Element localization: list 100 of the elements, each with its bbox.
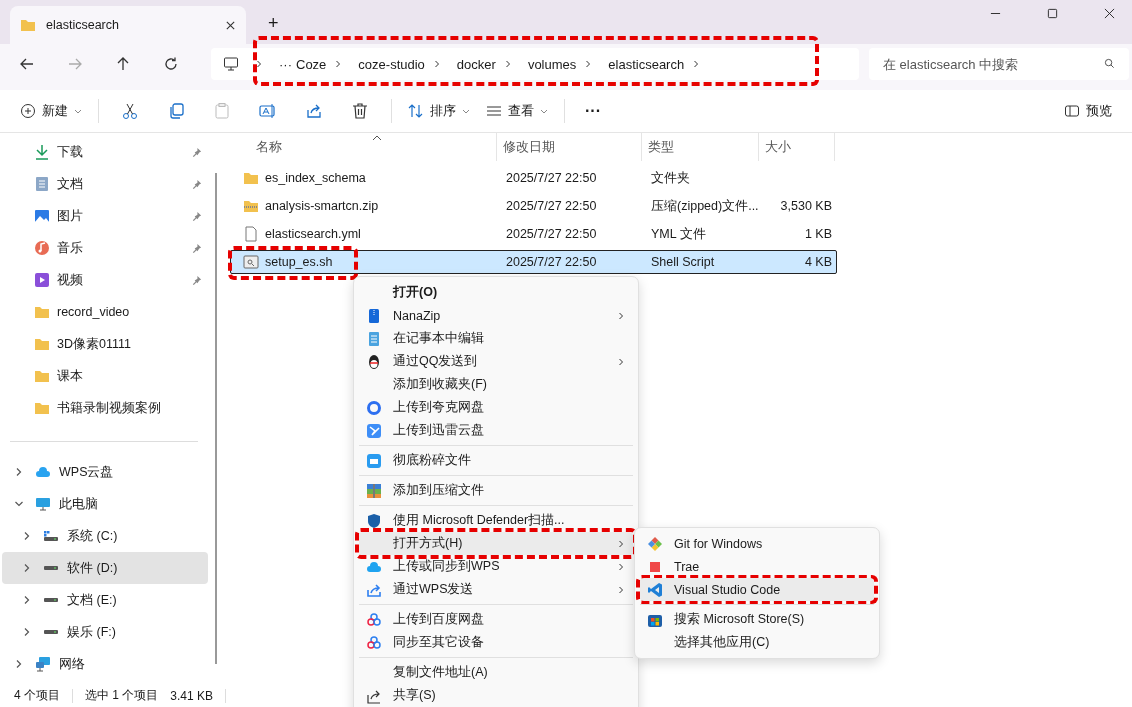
sidebar-label: 音乐 — [57, 239, 84, 257]
tree-item[interactable]: 软件 (D:) — [2, 552, 208, 584]
tree-item[interactable]: 网络 — [2, 648, 208, 680]
menu-item[interactable]: 添加到收藏夹(F) — [359, 373, 633, 396]
file-row[interactable]: setup_es.sh 2025/7/27 22:50 Shell Script 4 KB — [230, 250, 837, 274]
file-row[interactable]: analysis-smartcn.zip 2025/7/27 22:50 压缩(zipped)文件... 3,530 KB — [230, 194, 837, 218]
column-header[interactable]: 修改日期 — [497, 133, 642, 161]
menu-item[interactable]: Trae — [640, 555, 874, 578]
trash-icon[interactable] — [351, 102, 369, 120]
menu-item[interactable]: 复制文件地址(A) — [359, 661, 633, 684]
rename-icon[interactable] — [259, 102, 277, 120]
table-cell-text: 1 KB — [803, 227, 833, 241]
menu-item[interactable]: 共享(S) — [359, 684, 633, 707]
chevron-icon[interactable] — [692, 60, 701, 68]
close-icon[interactable] — [1104, 8, 1115, 19]
tree-item[interactable]: 系统 (C:) — [2, 520, 208, 552]
menu-item[interactable]: 在记事本中编辑 — [359, 327, 633, 350]
menu-item[interactable]: 通过QQ发送到 — [359, 350, 633, 373]
chevron-icon — [617, 562, 625, 571]
menu-item[interactable]: 打开(O) — [359, 281, 633, 304]
breadcrumb-item[interactable]: docker — [454, 56, 498, 72]
chevron-icon[interactable] — [22, 531, 32, 541]
pin-icon[interactable] — [191, 210, 202, 222]
menu-item[interactable]: 同步至其它设备 — [359, 631, 633, 654]
menu-item[interactable]: 上传到迅雷云盘 — [359, 419, 633, 442]
breadcrumb-item[interactable]: Coze — [294, 56, 329, 72]
table-cell-text: 2025/7/27 22:50 — [505, 255, 598, 269]
menu-item[interactable]: 搜索 Microsoft Store(S) — [640, 608, 874, 631]
breadcrumb-item[interactable]: coze-studio — [356, 56, 427, 72]
menu-item[interactable]: Visual Studio Code — [640, 578, 874, 601]
sidebar-item[interactable]: 文档 — [0, 168, 210, 200]
chevron-icon[interactable] — [14, 499, 24, 509]
menu-item[interactable]: 通过WPS发送 — [359, 578, 633, 601]
scissors-icon[interactable] — [121, 102, 139, 120]
menu-item[interactable]: 添加到压缩文件 — [359, 479, 633, 502]
sidebar-item[interactable]: 音乐 — [0, 232, 210, 264]
menu-item[interactable]: 打开方式(H) — [359, 532, 633, 555]
chevron-icon — [617, 311, 625, 320]
chevron-icon[interactable] — [584, 60, 593, 68]
breadcrumb-item[interactable]: volumes — [525, 56, 579, 72]
chevron-icon[interactable] — [14, 659, 24, 669]
file-name: elasticsearch.yml — [265, 227, 361, 241]
sidebar-label: 书籍录制视频案例 — [57, 399, 162, 417]
menu-item[interactable]: 彻底粉碎文件 — [359, 449, 633, 472]
tree-item[interactable]: 娱乐 (F:) — [2, 616, 208, 648]
search-field[interactable]: 在 elasticsearch 中搜索 — [869, 48, 1129, 80]
sort-button[interactable]: 排序 — [402, 98, 476, 124]
new-tab-button[interactable]: + — [264, 13, 283, 34]
tree-item[interactable]: 文档 (E:) — [2, 584, 208, 616]
chevron-icon[interactable] — [22, 627, 32, 637]
penguin-icon — [366, 353, 382, 370]
menu-item[interactable]: Git for Windows — [640, 532, 874, 555]
tree-item[interactable]: 此电脑 — [2, 488, 208, 520]
breadcrumb-item[interactable]: elasticsearch — [606, 56, 687, 72]
pin-icon[interactable] — [191, 178, 202, 190]
window-tab[interactable]: elasticsearch — [10, 6, 246, 44]
menu-item[interactable]: 选择其他应用(C) — [640, 631, 874, 654]
sidebar-item[interactable]: 下载 — [0, 136, 210, 168]
menu-item[interactable]: 上传到夸克网盘 — [359, 396, 633, 419]
refresh-icon[interactable] — [163, 56, 179, 72]
sidebar-item[interactable]: 3D像素01111 — [0, 328, 210, 360]
file-row[interactable]: elasticsearch.yml 2025/7/27 22:50 YML 文件 1 KB — [230, 222, 837, 246]
up-arrow-icon[interactable] — [115, 56, 131, 72]
menu-item[interactable]: 上传或同步到WPS — [359, 555, 633, 578]
copy-icon[interactable] — [167, 102, 185, 120]
file-row[interactable]: es_index_schema 2025/7/27 22:50 文件夹 — [230, 166, 837, 190]
chevron-icon[interactable] — [432, 60, 441, 68]
sidebar-item[interactable]: 视频 — [0, 264, 210, 296]
notepad-icon — [366, 330, 382, 347]
view-button[interactable]: 查看 — [480, 98, 554, 124]
more-crumbs-button[interactable]: ··· — [277, 56, 294, 72]
table-cell-text: 文件夹 — [650, 169, 691, 187]
pin-icon[interactable] — [191, 274, 202, 286]
tree-item[interactable]: WPS云盘 — [2, 456, 208, 488]
chevron-icon[interactable] — [22, 595, 32, 605]
share-icon[interactable] — [305, 102, 323, 120]
chevron-icon[interactable] — [503, 60, 512, 68]
close-icon[interactable] — [225, 19, 236, 31]
chevron-icon[interactable] — [22, 563, 32, 573]
preview-button[interactable]: 预览 — [1058, 98, 1118, 124]
pin-icon[interactable] — [191, 146, 202, 158]
sidebar-item[interactable]: 图片 — [0, 200, 210, 232]
menu-item[interactable]: 上传到百度网盘 — [359, 608, 633, 631]
more-button[interactable]: ··· — [575, 102, 611, 120]
address-bar[interactable]: ··· Coze coze-studio docker volumes elasticsearch — [211, 48, 859, 80]
chevron-icon[interactable] — [14, 467, 24, 477]
tree-label: WPS云盘 — [59, 463, 114, 481]
menu-item[interactable]: NanaZip — [359, 304, 633, 327]
menu-item[interactable]: 使用 Microsoft Defender扫描... — [359, 509, 633, 532]
sidebar-item[interactable]: record_video — [0, 296, 210, 328]
maximize-icon[interactable] — [1047, 8, 1058, 19]
column-header[interactable]: 名称 — [230, 133, 497, 161]
column-header[interactable]: 类型 — [642, 133, 759, 161]
new-button[interactable]: 新建 — [14, 98, 88, 124]
column-header[interactable]: 大小 — [759, 133, 835, 161]
sidebar-item[interactable]: 课本 — [0, 360, 210, 392]
chevron-icon[interactable] — [334, 60, 343, 68]
sidebar-item[interactable]: 书籍录制视频案例 — [0, 392, 210, 424]
back-arrow-icon[interactable] — [19, 56, 35, 72]
pin-icon[interactable] — [191, 242, 202, 254]
